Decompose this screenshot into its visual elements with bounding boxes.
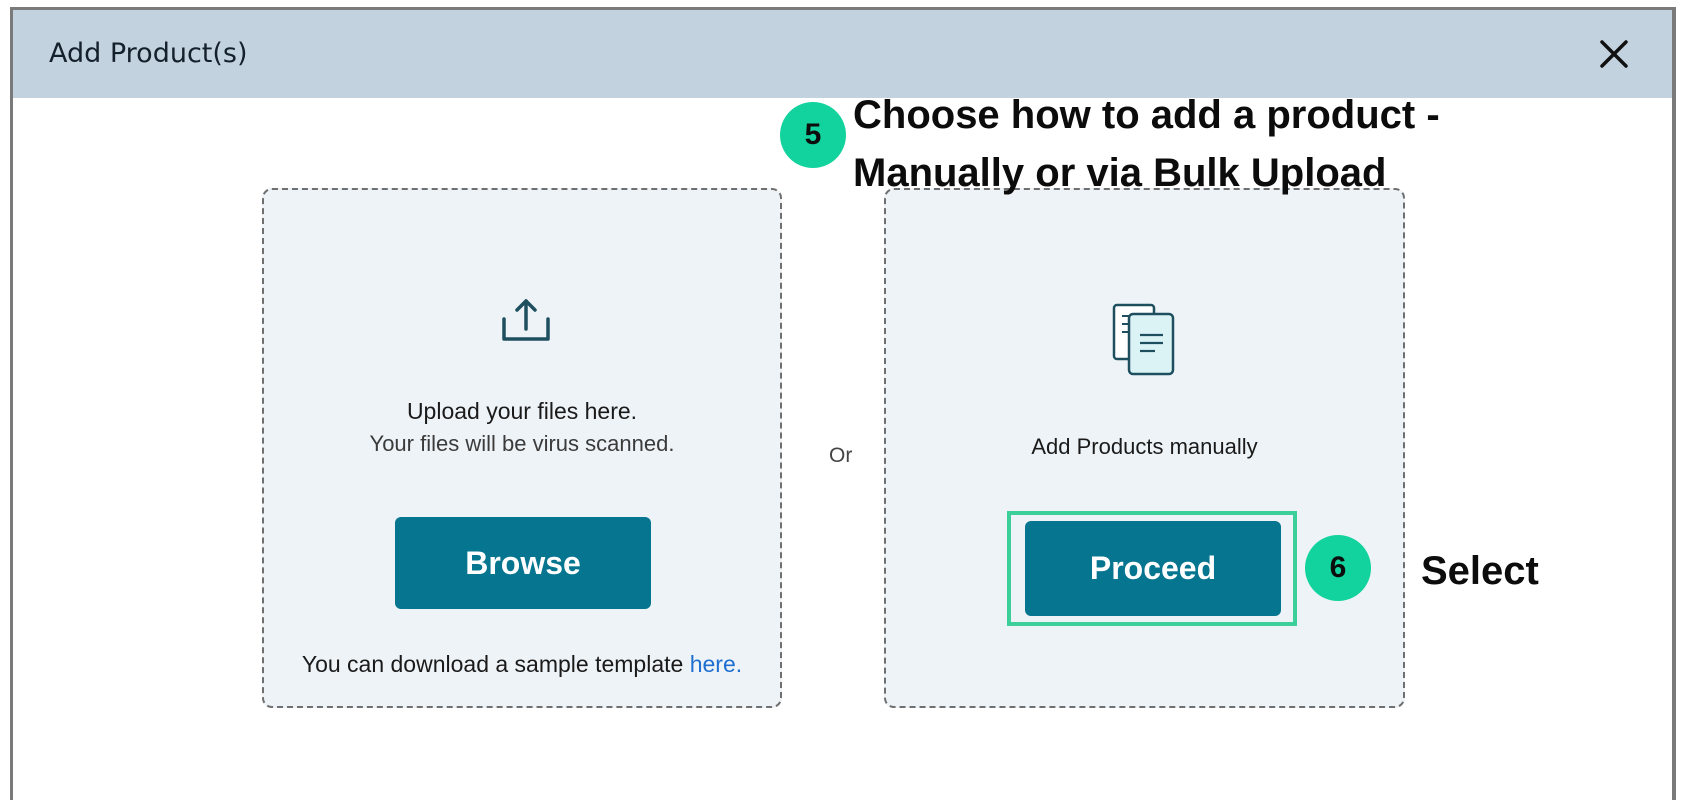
step-5-annotation: Choose how to add a product - Manually o… bbox=[853, 86, 1553, 202]
upload-icon bbox=[498, 297, 554, 347]
upload-subtitle: Your files will be virus scanned. bbox=[369, 431, 675, 456]
or-separator: Or bbox=[829, 444, 853, 467]
step-5-badge: 5 bbox=[780, 102, 846, 168]
proceed-button[interactable]: Proceed bbox=[1025, 521, 1281, 616]
dialog-header: Add Product(s) bbox=[13, 10, 1672, 98]
add-manually-label: Add Products manually bbox=[1031, 434, 1258, 459]
close-icon[interactable] bbox=[1596, 36, 1632, 72]
step-5-line1: Choose how to add a product - bbox=[853, 93, 1440, 137]
sample-template-text: You can download a sample template here. bbox=[264, 651, 780, 678]
bulk-upload-card: Upload your files here. Your files will … bbox=[262, 188, 782, 708]
browse-button[interactable]: Browse bbox=[395, 517, 651, 609]
document-icon bbox=[1111, 302, 1177, 378]
template-download-link[interactable]: here. bbox=[690, 651, 742, 677]
dialog-title: Add Product(s) bbox=[49, 38, 248, 69]
upload-title: Upload your files here. bbox=[406, 398, 638, 424]
template-text: You can download a sample template bbox=[301, 651, 690, 677]
manual-add-card: Add Products manually bbox=[884, 188, 1405, 708]
step-6-annotation: Select bbox=[1421, 549, 1539, 593]
step-5-line2: Manually or via Bulk Upload bbox=[853, 151, 1387, 195]
step-6-badge: 6 bbox=[1305, 535, 1371, 601]
